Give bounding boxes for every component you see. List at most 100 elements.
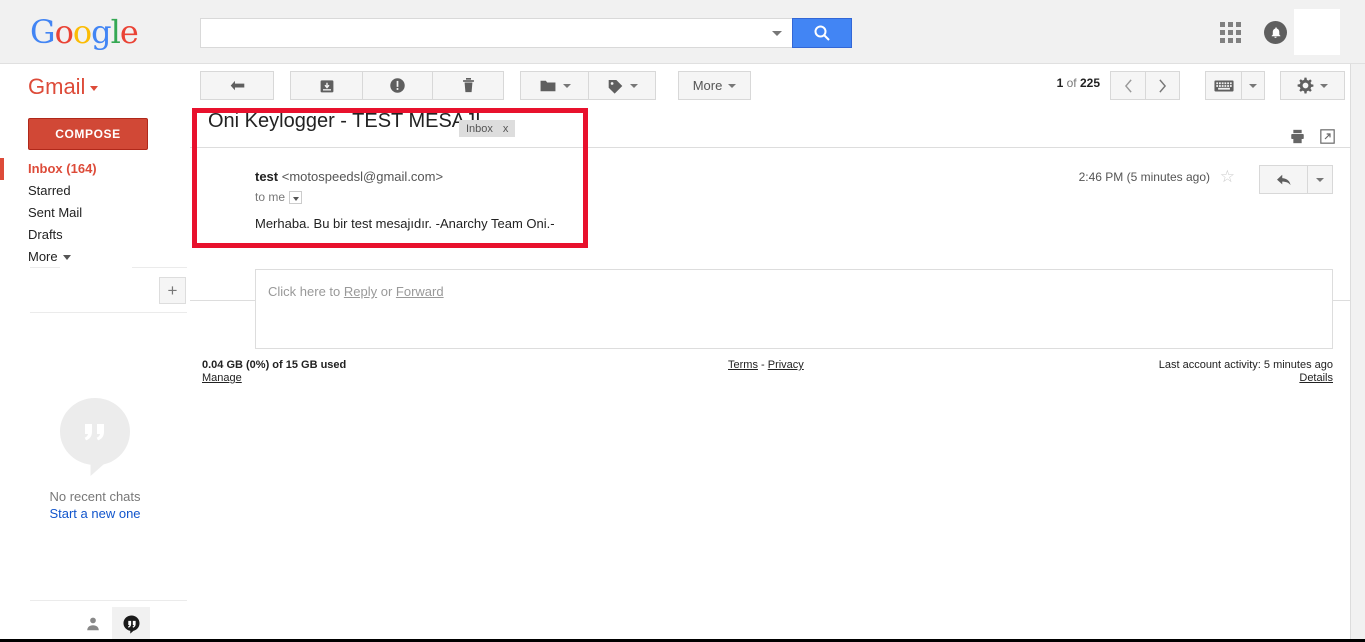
recipient-details-toggle-icon[interactable] [289, 191, 303, 205]
chevron-down-icon [728, 83, 737, 88]
more-button[interactable]: More [678, 71, 751, 100]
sidebar-item-label: Drafts [28, 227, 63, 242]
report-spam-button[interactable] [362, 71, 432, 100]
person-glyph-icon [87, 617, 99, 631]
chevron-down-icon [1320, 83, 1328, 88]
delete-button[interactable] [432, 71, 504, 100]
bell-icon[interactable] [1264, 21, 1287, 44]
contacts-person-icon[interactable] [74, 607, 112, 641]
chevron-right-icon [1159, 78, 1167, 93]
report-spam-icon [390, 78, 405, 93]
terms-link[interactable]: Terms [728, 359, 758, 371]
apps-grid-icon[interactable] [1220, 22, 1241, 43]
reply-forward-box[interactable]: Click here to Reply or Forward [255, 269, 1333, 349]
pager-count: 1 of 225 [1057, 76, 1100, 90]
reply-options-button[interactable] [1307, 165, 1333, 194]
logo-letter-o2: o [72, 13, 92, 51]
message-pane: Oni Keylogger - TEST MESAJI Inbox x test… [190, 101, 1355, 642]
legal-separator: - [757, 359, 768, 371]
print-icon[interactable] [1290, 129, 1305, 147]
label-chip-text: Inbox [466, 122, 493, 135]
last-account-activity: Last account activity: 5 minutes ago [1158, 359, 1333, 371]
add-chat-label: + [167, 280, 178, 300]
pager-nav-group [1110, 71, 1180, 100]
sidebar-item-starred[interactable]: Starred [0, 180, 190, 202]
chevron-down-icon [62, 255, 71, 261]
star-outline-icon[interactable]: ☆ [1220, 168, 1235, 185]
archive-button[interactable] [290, 71, 362, 100]
chat-empty-state: No recent chats Start a new one [0, 396, 190, 521]
sidebar-item-inbox[interactable]: Inbox (164) [0, 158, 190, 180]
close-icon[interactable]: x [503, 123, 509, 135]
sidebar-more-label: More [28, 249, 58, 264]
popout-glyph-icon [1320, 129, 1335, 144]
storage-usage: 0.04 GB (0%) of 15 GB used [202, 359, 347, 371]
reply-button-group [1259, 165, 1333, 194]
hangouts-glyph-icon [122, 615, 140, 634]
privacy-link[interactable]: Privacy [768, 359, 804, 371]
back-button[interactable] [200, 71, 274, 100]
more-menu-group: More [678, 71, 751, 100]
chevron-down-icon [90, 85, 99, 91]
avatar[interactable] [1294, 9, 1340, 55]
sidebar-item-more[interactable]: More [0, 246, 190, 268]
hangouts-bubble-icon [60, 398, 130, 476]
search-box[interactable] [200, 18, 792, 48]
reply-link[interactable]: Reply [344, 284, 377, 299]
next-button[interactable] [1145, 71, 1180, 100]
more-button-label: More [692, 78, 723, 93]
labels-button[interactable] [588, 71, 656, 100]
google-logo[interactable]: Google [30, 13, 139, 51]
chat-divider-row: + [0, 267, 190, 313]
chevron-down-icon [562, 83, 571, 88]
hangouts-icon[interactable] [112, 607, 150, 641]
logo-letter-e: e [119, 13, 139, 51]
message-body: test <motospeedsl@gmail.com> to me Merha… [190, 148, 1355, 301]
sidebar-item-drafts[interactable]: Drafts [0, 224, 190, 246]
sidebar-item-sent-mail[interactable]: Sent Mail [0, 202, 190, 224]
forward-link[interactable]: Forward [396, 284, 444, 299]
keyboard-shortcuts-button[interactable] [1205, 71, 1241, 100]
back-arrow-icon [230, 80, 244, 90]
chevron-down-icon [1249, 83, 1257, 88]
open-in-new-window-icon[interactable] [1320, 129, 1335, 147]
search-icon [814, 25, 830, 41]
move-to-folder-button[interactable] [520, 71, 588, 100]
previous-button[interactable] [1110, 71, 1145, 100]
sender-line: test <motospeedsl@gmail.com> [255, 169, 443, 184]
reply-button[interactable] [1259, 165, 1307, 194]
search-input[interactable] [209, 19, 759, 47]
reply-prompt-prefix: Click here to [268, 284, 344, 299]
sidebar-item-label: Sent Mail [28, 205, 83, 220]
vertical-scrollbar[interactable] [1350, 64, 1365, 642]
recipient-line: to me [255, 190, 303, 205]
manage-storage-link[interactable]: Manage [202, 372, 242, 384]
sidebar: COMPOSE Inbox (164) Starred Sent Mail Dr… [0, 101, 190, 642]
compose-button[interactable]: COMPOSE [28, 118, 148, 150]
keyboard-icon [1213, 80, 1234, 91]
trash-icon [462, 78, 474, 93]
gear-icon [1297, 77, 1314, 94]
reply-prompt: Click here to Reply or Forward [268, 284, 444, 299]
activity-details-link[interactable]: Details [1299, 372, 1333, 384]
legal-links: Terms - Privacy [728, 359, 804, 371]
add-chat-button[interactable]: + [159, 277, 186, 304]
settings-group [1280, 71, 1345, 100]
settings-button[interactable] [1280, 71, 1345, 100]
folder-icon [540, 80, 555, 91]
keyboard-group [1205, 71, 1265, 100]
label-chip-inbox[interactable]: Inbox x [459, 120, 516, 137]
back-button-group [200, 71, 274, 100]
search-button[interactable] [792, 18, 852, 48]
start-chat-link[interactable]: Start a new one [49, 506, 140, 521]
pager-total: 225 [1079, 76, 1100, 90]
print-glyph-icon [1291, 129, 1304, 144]
gmail-brand-dropdown[interactable]: Gmail [28, 74, 99, 100]
chevron-down-icon[interactable] [772, 31, 782, 36]
pager-of: of [1063, 76, 1080, 90]
message-timestamp: 2:46 PM (5 minutes ago) [1078, 170, 1210, 184]
chat-empty-label: No recent chats [49, 489, 141, 504]
keyboard-dropdown-button[interactable] [1241, 71, 1265, 100]
organize-group [520, 71, 656, 100]
sidebar-item-label: Inbox (164) [28, 161, 97, 176]
